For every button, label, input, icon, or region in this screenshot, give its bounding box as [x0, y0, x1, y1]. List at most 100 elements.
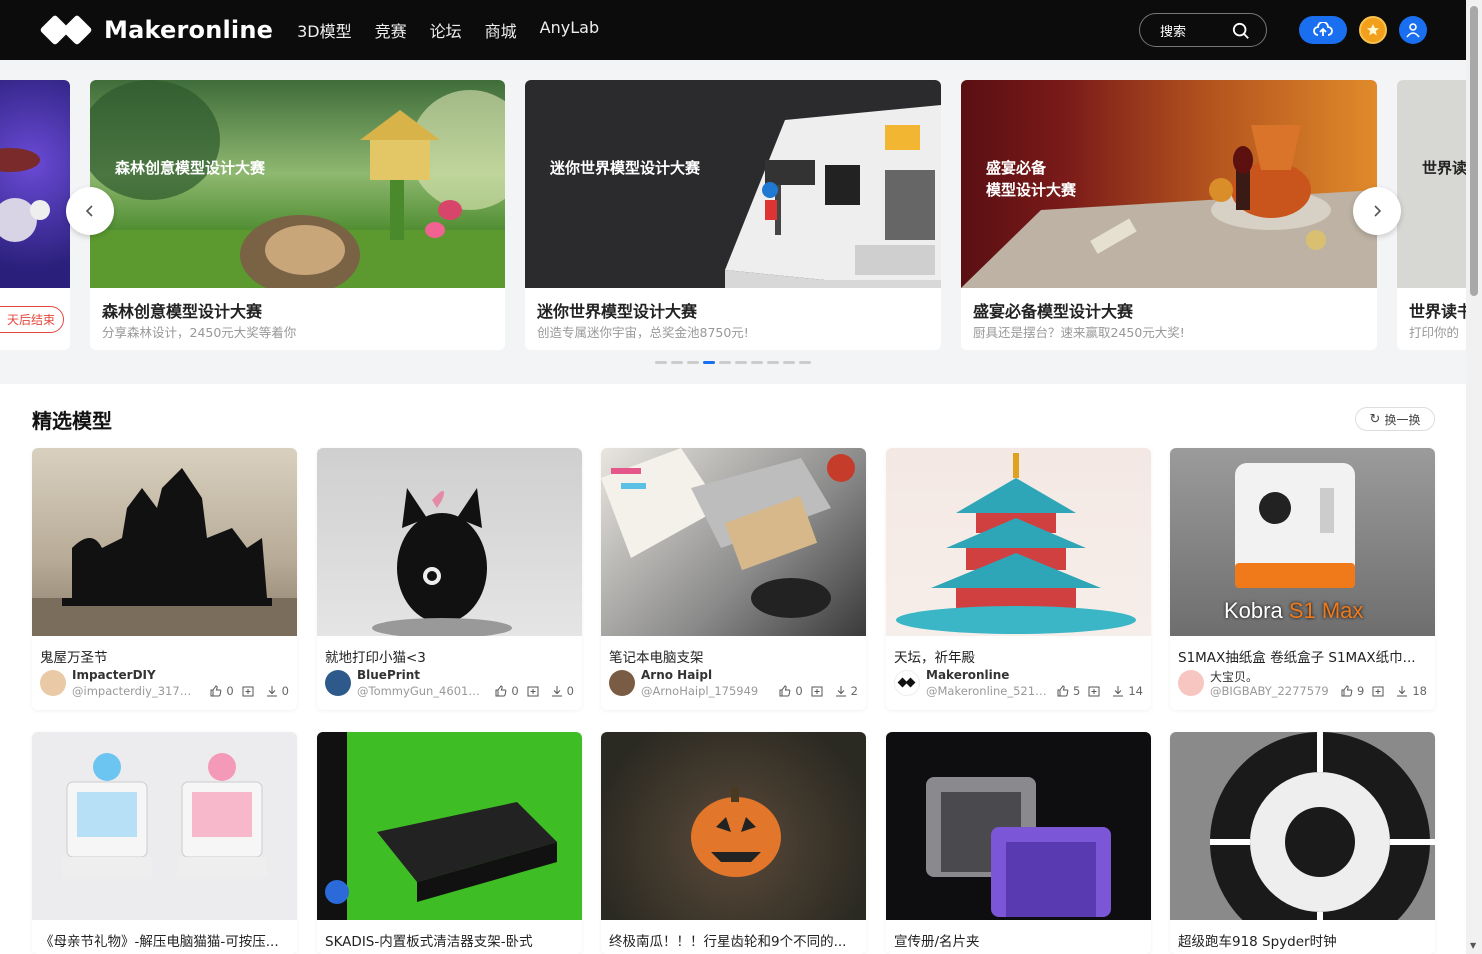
contest-card-mini-world[interactable]: 迷你世界模型设计大赛 迷你世界模型设计大赛 创造专属迷你宇宙，总奖金池8750元… [525, 80, 941, 350]
search-input[interactable]: 搜索 [1139, 13, 1267, 47]
scroll-down-arrow-icon[interactable]: ▼ [1470, 941, 1476, 950]
model-title[interactable]: 天坛，祈年殿 [894, 646, 1144, 666]
user-avatar-button[interactable] [1399, 16, 1427, 44]
contest-card-partial-right[interactable]: 世界读 世界读书 打印你的 [1397, 80, 1466, 350]
model-card[interactable]: 超级跑车918 Spyder时钟 [1170, 732, 1435, 954]
carousel-dots [655, 361, 815, 364]
carousel-dot-active[interactable] [703, 361, 715, 364]
carousel-dot[interactable] [767, 361, 779, 364]
contest-subtitle: 分享森林设计，2450元大奖等着你 [102, 325, 297, 340]
nav-forum[interactable]: 论坛 [430, 18, 462, 42]
download-stat[interactable]: 0 [266, 684, 289, 698]
model-image [32, 732, 297, 920]
carousel-dot[interactable] [687, 361, 699, 364]
collect-stat[interactable] [811, 685, 827, 697]
thumbs-up-icon [1057, 685, 1069, 697]
coin-button[interactable] [1359, 16, 1387, 44]
nav-anylab[interactable]: AnyLab [540, 18, 599, 42]
model-card[interactable]: 宣传册/名片夹 [886, 732, 1151, 954]
contest-image [90, 80, 505, 288]
author-name[interactable]: 大宝贝。 [1210, 668, 1258, 685]
model-card[interactable]: Kobra S1 Max S1MAX抽纸盒 卷纸盒子 S1MAX纸巾... 大宝… [1170, 448, 1435, 710]
download-icon [1397, 686, 1408, 697]
author-handle: @Makeronline_5218... [926, 684, 1051, 698]
collect-icon [1088, 686, 1100, 697]
search-icon[interactable] [1232, 22, 1250, 40]
model-card[interactable]: SKADIS-内置板式清洁器支架-卧式 [317, 732, 582, 954]
contest-card-partial-left[interactable]: 天后结束 [0, 80, 70, 350]
contest-card-feast[interactable]: 盛宴必备 模型设计大赛 盛宴必备模型设计大赛 厨具还是摆台？速来赢取2450元大… [961, 80, 1377, 350]
contest-image [1397, 80, 1466, 288]
author-avatar[interactable] [1178, 670, 1204, 696]
download-stat[interactable]: 18 [1396, 684, 1427, 698]
model-card[interactable]: 鬼屋万圣节 ImpacterDIY @impacterdiy_317607 0 … [32, 448, 297, 710]
author-name[interactable]: Makeronline [926, 668, 1009, 682]
collect-icon [811, 686, 823, 697]
download-stat[interactable]: 2 [835, 684, 858, 698]
user-icon [1406, 23, 1420, 38]
scroll-thumb[interactable] [1470, 6, 1478, 296]
author-avatar[interactable] [894, 670, 920, 696]
carousel-prev-button[interactable] [66, 187, 114, 235]
model-title[interactable]: S1MAX抽纸盒 卷纸盒子 S1MAX纸巾... [1178, 646, 1428, 666]
model-title[interactable]: 笔记本电脑支架 [609, 646, 859, 666]
carousel-dot[interactable] [655, 361, 667, 364]
upload-button[interactable] [1299, 16, 1347, 44]
download-icon [551, 686, 562, 697]
author-name[interactable]: BluePrint [357, 668, 420, 682]
main-nav: 3D模型 竞赛 论坛 商城 AnyLab [297, 18, 622, 42]
carousel-dot[interactable] [799, 361, 811, 364]
chevron-left-icon [85, 205, 93, 217]
contest-image [525, 80, 941, 288]
carousel-dot[interactable] [735, 361, 747, 364]
model-card[interactable]: 《母亲节礼物》-解压电脑猫猫-可按压... [32, 732, 297, 954]
like-stat[interactable]: 0 [495, 684, 519, 698]
nav-contests[interactable]: 竞赛 [375, 18, 407, 42]
model-title[interactable]: 《母亲节礼物》-解压电脑猫猫-可按压... [40, 930, 290, 950]
author-avatar[interactable] [40, 670, 66, 696]
top-header: Makeronline 3D模型 竞赛 论坛 商城 AnyLab 搜索 [0, 0, 1466, 60]
carousel-dot[interactable] [751, 361, 763, 364]
collect-stat[interactable] [1372, 685, 1388, 697]
author-name[interactable]: Arno Haipl [641, 668, 712, 682]
model-card[interactable]: 天坛，祈年殿 Makeronline @Makeronline_5218... … [886, 448, 1151, 710]
contest-image-title: 森林创意模型设计大赛 [115, 159, 266, 177]
author-handle: @BIGBABY_2277579 [1210, 684, 1329, 698]
model-title[interactable]: 就地打印小猫<3 [325, 646, 575, 666]
download-icon [835, 686, 846, 697]
logo[interactable]: Makeronline [39, 14, 273, 46]
contest-card-forest[interactable]: 森林创意模型设计大赛 森林创意模型设计大赛 分享森林设计，2450元大奖等着你 [90, 80, 505, 350]
nav-3d-models[interactable]: 3D模型 [297, 18, 352, 42]
like-stat[interactable]: 0 [779, 684, 803, 698]
page-scrollbar[interactable]: ▼ [1466, 0, 1482, 954]
carousel-dot[interactable] [719, 361, 731, 364]
model-title[interactable]: SKADIS-内置板式清洁器支架-卧式 [325, 930, 575, 950]
model-title[interactable]: 终极南瓜！！！行星齿轮和9个不同的... [609, 930, 859, 950]
model-card[interactable]: 就地打印小猫<3 BluePrint @TommyGun_460183 0 0 [317, 448, 582, 710]
carousel-next-button[interactable] [1353, 187, 1401, 235]
like-stat[interactable]: 5 [1057, 684, 1080, 698]
refresh-button[interactable]: ↻ 换一换 [1355, 407, 1435, 431]
author-avatar[interactable] [325, 670, 351, 696]
download-stat[interactable]: 14 [1112, 684, 1143, 698]
collect-stat[interactable] [527, 685, 543, 697]
model-stats: 0 0 [202, 684, 289, 698]
model-title[interactable]: 鬼屋万圣节 [40, 646, 290, 666]
model-card[interactable]: 笔记本电脑支架 Arno Haipl @ArnoHaipl_175949 0 2 [601, 448, 866, 710]
author-avatar[interactable] [609, 670, 635, 696]
carousel-dot[interactable] [671, 361, 683, 364]
contest-title: 迷你世界模型设计大赛 [537, 302, 698, 321]
nav-store[interactable]: 商城 [485, 18, 517, 42]
collect-stat[interactable] [242, 685, 258, 697]
download-stat[interactable]: 0 [551, 684, 574, 698]
like-stat[interactable]: 0 [210, 684, 234, 698]
carousel-dot[interactable] [783, 361, 795, 364]
like-stat[interactable]: 9 [1341, 684, 1364, 698]
refresh-label: 换一换 [1384, 412, 1421, 427]
download-icon [266, 686, 277, 697]
model-card[interactable]: 终极南瓜！！！行星齿轮和9个不同的... [601, 732, 866, 954]
model-title[interactable]: 超级跑车918 Spyder时钟 [1178, 930, 1428, 950]
author-name[interactable]: ImpacterDIY [72, 668, 156, 682]
model-title[interactable]: 宣传册/名片夹 [894, 930, 1144, 950]
collect-stat[interactable] [1088, 685, 1104, 697]
